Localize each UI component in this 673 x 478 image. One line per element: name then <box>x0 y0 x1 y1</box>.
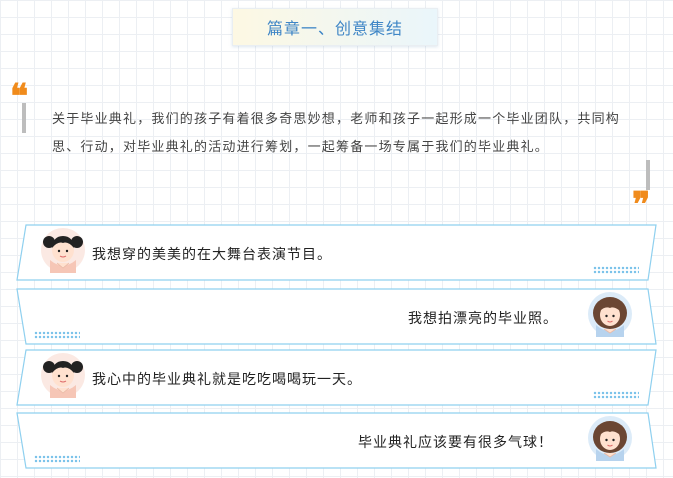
quote-bar-left <box>22 103 26 133</box>
dot-pattern <box>34 331 80 339</box>
girl-curly-icon <box>588 292 632 337</box>
idea-card-3: 我心中的毕业典礼就是吃吃喝喝玩一天。 <box>16 349 657 406</box>
idea-card-2: 我想拍漂亮的毕业照。 <box>16 288 657 345</box>
section-title: 篇章一、创意集结 <box>266 19 403 38</box>
idea-card-1: 我想穿的美美的在大舞台表演节目。 <box>16 224 657 281</box>
card-frame <box>16 288 657 345</box>
card-text: 毕业典礼应该要有很多气球！ <box>358 435 553 451</box>
dot-pattern <box>593 391 639 399</box>
card-text: 我想穿的美美的在大舞台表演节目。 <box>92 247 332 263</box>
dot-pattern <box>593 266 639 274</box>
card-frame <box>16 412 657 469</box>
idea-card-4: 毕业典礼应该要有很多气球！ <box>16 412 657 469</box>
intro-paragraph: 关于毕业典礼，我们的孩子有着很多奇思妙想，老师和孩子一起形成一个毕业团队，共同构… <box>52 112 621 155</box>
section-title-box: 篇章一、创意集结 <box>232 8 438 46</box>
close-quote-icon: ❞ <box>632 185 651 225</box>
girl-pigtails-icon <box>41 353 85 398</box>
card-text: 我心中的毕业典礼就是吃吃喝喝玩一天。 <box>92 372 362 388</box>
card-text: 我想拍漂亮的毕业照。 <box>408 311 558 327</box>
dot-pattern <box>34 455 80 463</box>
girl-pigtails-icon <box>41 228 85 273</box>
girl-curly-icon <box>588 416 632 461</box>
